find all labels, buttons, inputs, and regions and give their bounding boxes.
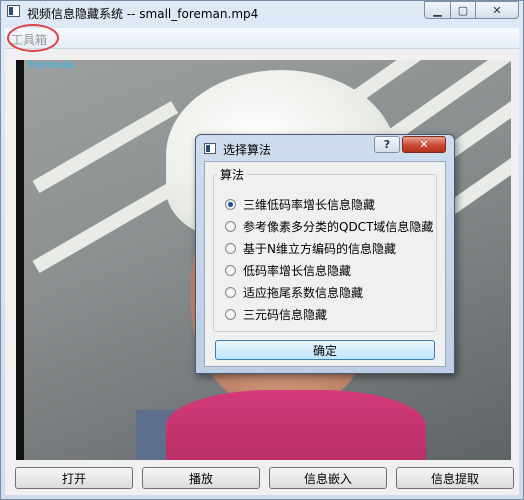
dialog-title: 选择算法 — [223, 143, 272, 157]
dialog-close-button[interactable]: ✕ — [402, 136, 446, 153]
algorithm-option[interactable]: 三维低码率增长信息隐藏 — [225, 195, 375, 213]
radio-button-icon — [225, 286, 236, 298]
menu-bar: 工具箱 — [5, 28, 519, 49]
algorithm-option[interactable]: 基于N维立方编码的信息隐藏 — [225, 239, 396, 257]
play-button[interactable]: 播放 — [142, 467, 260, 489]
close-icon: ✕ — [492, 3, 502, 17]
annotation-circle — [7, 24, 59, 52]
dialog-body: 算法 三维低码率增长信息隐藏 参考像素多分类的QDCT域信息隐藏 基于N维立方编… — [204, 161, 446, 367]
algorithm-option[interactable]: 适应拖尾系数信息隐藏 — [225, 283, 363, 301]
algorithm-option-label: 适应拖尾系数信息隐藏 — [243, 285, 364, 300]
ok-button[interactable]: 确定 — [215, 340, 435, 360]
radio-button-icon — [225, 220, 236, 232]
dialog-icon — [204, 143, 216, 154]
maximize-icon: ▢ — [457, 3, 469, 17]
minimize-button[interactable]: ▁ — [424, 1, 451, 19]
close-button[interactable]: ✕ — [475, 1, 519, 19]
select-algorithm-dialog: 选择算法 ? ✕ 算法 三维低码率增长信息隐藏 参考像素多分类的QDCT域信息隐… — [195, 134, 455, 374]
video-border — [16, 60, 24, 460]
close-icon: ✕ — [419, 138, 429, 151]
algorithm-option-label: 低码率增长信息隐藏 — [243, 263, 352, 278]
algorithm-option-label: 三元码信息隐藏 — [243, 307, 328, 322]
algorithm-group-label: 算法 — [217, 166, 248, 183]
radio-button-icon — [225, 242, 236, 254]
algorithm-option[interactable]: 三元码信息隐藏 — [225, 305, 327, 323]
app-icon — [7, 5, 20, 17]
algorithm-option-label: 三维低码率增长信息隐藏 — [243, 197, 376, 212]
help-icon: ? — [383, 138, 391, 151]
help-button[interactable]: ? — [374, 136, 400, 153]
algorithm-option[interactable]: 参考像素多分类的QDCT域信息隐藏 — [225, 217, 433, 235]
shirt — [166, 390, 426, 460]
maximize-button[interactable]: ▢ — [450, 1, 476, 19]
algorithm-option-label: 基于N维立方编码的信息隐藏 — [243, 241, 396, 256]
radio-button-icon — [225, 264, 236, 276]
radio-button-icon — [225, 198, 236, 210]
video-overlay-text: Formula — [28, 60, 74, 71]
radio-button-icon — [225, 308, 236, 320]
extract-button[interactable]: 信息提取 — [396, 467, 514, 489]
open-button[interactable]: 打开 — [15, 467, 133, 489]
embed-button[interactable]: 信息嵌入 — [269, 467, 387, 489]
window-title: 视频信息隐藏系统 -- small_foreman.mp4 — [27, 7, 259, 21]
title-bar[interactable]: 视频信息隐藏系统 -- small_foreman.mp4 ▁ ▢ ✕ — [1, 1, 523, 23]
algorithm-option[interactable]: 低码率增长信息隐藏 — [225, 261, 351, 279]
minimize-icon: ▁ — [433, 3, 442, 17]
algorithm-option-label: 参考像素多分类的QDCT域信息隐藏 — [243, 219, 434, 234]
